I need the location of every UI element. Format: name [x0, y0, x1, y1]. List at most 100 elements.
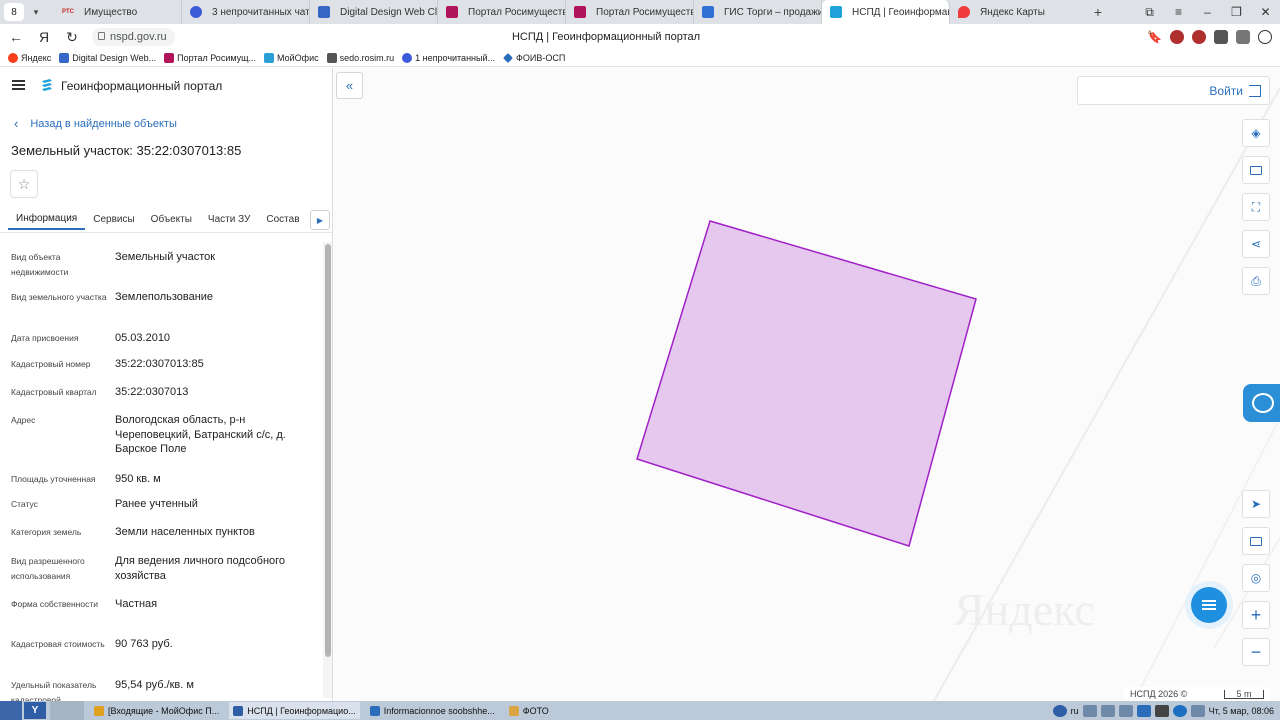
download-icon[interactable] — [1258, 30, 1272, 44]
volume-icon[interactable] — [1100, 704, 1115, 717]
zoom-in-button[interactable]: + — [1242, 601, 1270, 629]
map-scale: 5 m — [1224, 689, 1264, 699]
minimap-button[interactable] — [1242, 527, 1270, 555]
start-button[interactable] — [0, 701, 22, 720]
map-pin-icon — [958, 6, 970, 18]
yandex-tray-icon[interactable] — [1052, 704, 1067, 717]
share-icon: ⋖ — [1250, 237, 1262, 251]
browser-tab-label: ГИС Торги – продажи г — [724, 6, 822, 18]
chat-icon — [402, 53, 413, 63]
browser-tab-label: НСПД | Геоинформац — [852, 6, 950, 18]
locate-button[interactable]: ➤ — [1242, 490, 1270, 518]
login-button[interactable]: Войти — [1077, 76, 1270, 105]
taskbar-item[interactable]: [Входящие - МойОфис П... — [90, 702, 223, 719]
tray-icon[interactable] — [1082, 704, 1097, 717]
restore-icon[interactable]: ❐ — [1222, 5, 1251, 19]
network-icon[interactable] — [1118, 704, 1133, 717]
tab-composition[interactable]: Состав — [258, 208, 307, 230]
page-title: Земельный участок: 35:22:0307013:85 — [11, 143, 242, 158]
hp-icon[interactable] — [1172, 704, 1187, 717]
collapse-panel-button[interactable]: « — [336, 72, 363, 99]
bookmark-item[interactable]: sedo.rosim.ru — [326, 53, 394, 63]
bookmark-item[interactable]: МойОфис — [264, 53, 319, 63]
extension-icon[interactable] — [1236, 30, 1250, 44]
nspd-icon — [830, 6, 842, 18]
layers-icon: ◈ — [1251, 126, 1261, 140]
tab-list-chevron-icon[interactable]: ▾ — [28, 3, 44, 21]
taskbar-item[interactable]: НСПД | Геоинформацио... — [229, 702, 360, 719]
map-view[interactable]: Яндекс « Войти ◈ ⛶ ⋖ ⎙ ➤ ◎ + − НСПД 2026… — [334, 68, 1280, 701]
bookmark-icon[interactable]: 🔖 — [1147, 30, 1162, 44]
extension-icon[interactable] — [1214, 30, 1228, 44]
ruler-button[interactable] — [1242, 156, 1270, 184]
help-button[interactable] — [1243, 384, 1280, 422]
taskbar-item[interactable]: Informacionnoe soobshhe... — [366, 702, 499, 719]
minus-icon: − — [1250, 641, 1262, 662]
clock: Чт, 5 мар, 08:06 — [1208, 705, 1274, 716]
tabs-view-icon[interactable]: ⧉ — [1135, 5, 1164, 20]
panel-scrollbar-thumb[interactable] — [325, 244, 331, 657]
land-parcel-polygon[interactable] — [636, 220, 977, 547]
browser-tab[interactable]: Digital Design Web Clien — [310, 0, 438, 24]
print-button[interactable]: ⎙ — [1242, 267, 1270, 295]
bookmark-item[interactable]: Портал Росимущ... — [164, 53, 256, 63]
tab-counter[interactable]: 8 — [4, 3, 24, 21]
tab-services[interactable]: Сервисы — [85, 208, 142, 230]
chat-icon — [1202, 600, 1216, 610]
geolocation-button[interactable]: ◎ — [1242, 564, 1270, 592]
os-taskbar: Y [Входящие - МойОфис П... НСПД | Геоинф… — [0, 701, 1280, 720]
ruler-icon — [1250, 165, 1262, 175]
taskbar-item[interactable]: ФОТО — [505, 702, 553, 719]
select-area-icon: ⛶ — [1251, 199, 1261, 214]
browser-tab-label: Портал Росимущества — [468, 6, 566, 18]
back-to-results-link[interactable]: ‹ Назад в найденные объекты — [14, 116, 177, 131]
url-text: nspd.gov.ru — [110, 31, 167, 43]
tab-objects[interactable]: Объекты — [143, 208, 200, 230]
bookmark-item[interactable]: Яндекс — [8, 53, 51, 63]
menu-icon[interactable] — [12, 80, 25, 90]
login-icon — [1249, 84, 1261, 97]
tray-icon[interactable] — [1190, 704, 1205, 717]
minimize-icon[interactable]: – — [1193, 5, 1222, 19]
gis-icon — [702, 6, 714, 18]
zoom-out-button[interactable]: − — [1242, 638, 1270, 666]
yandex-home-icon[interactable]: Я — [30, 29, 58, 45]
tab-parts[interactable]: Части ЗУ — [200, 208, 258, 230]
browser-tab[interactable]: Портал Росимущества — [438, 0, 566, 24]
layers-button[interactable]: ◈ — [1242, 119, 1270, 147]
menu-icon[interactable]: ≡ — [1164, 5, 1193, 19]
browser-tab-active[interactable]: НСПД | Геоинформац ✕ — [822, 0, 950, 24]
bookmark-item[interactable]: Digital Design Web... — [59, 53, 156, 63]
select-area-button[interactable]: ⛶ — [1242, 193, 1270, 221]
navigation-arrow-icon: ➤ — [1250, 497, 1262, 511]
browser-tab[interactable]: Портал Росимущества — [566, 0, 694, 24]
mail-folder-icon — [94, 705, 104, 716]
back-arrow-icon[interactable]: ← — [2, 29, 30, 45]
browser-tab[interactable]: ГИС Торги – продажи г — [694, 0, 822, 24]
yandex-browser-icon[interactable]: Y — [24, 702, 46, 719]
share-button[interactable]: ⋖ — [1242, 230, 1270, 258]
url-field[interactable]: nspd.gov.ru — [92, 28, 175, 46]
portal-name: Геоинформационный портал — [61, 79, 223, 93]
browser-tab-label: 3 непрочитанных чата — [212, 6, 310, 18]
browser-tab[interactable]: РТС Имущество — [54, 0, 182, 24]
language-indicator[interactable]: ru — [1071, 706, 1079, 716]
close-window-icon[interactable]: ✕ — [1251, 5, 1280, 19]
reload-icon[interactable]: ↻ — [58, 29, 86, 46]
browser-tab[interactable]: 3 непрочитанных чата — [182, 0, 310, 24]
printer-icon[interactable] — [1154, 704, 1169, 717]
extension-icon[interactable] — [1192, 30, 1206, 44]
tray-icon[interactable] — [1136, 704, 1151, 717]
support-icon — [1252, 393, 1274, 413]
chat-icon — [190, 6, 202, 18]
new-tab-button[interactable]: + — [1086, 4, 1110, 20]
tab-information[interactable]: Информация — [8, 208, 86, 230]
chat-button[interactable] — [1185, 581, 1233, 629]
tabs-scroll-right-icon[interactable]: ▶ — [310, 210, 330, 230]
bookmark-item[interactable]: 1 непрочитанный... — [402, 53, 495, 63]
bookmark-item[interactable]: ФОИВ-ОСП — [503, 53, 565, 63]
favorite-button[interactable]: ☆ — [10, 170, 38, 198]
browser-tab[interactable]: Яндекс Карты — [950, 0, 1078, 24]
pin-icon: ◎ — [1250, 571, 1262, 585]
extension-icon[interactable] — [1170, 30, 1184, 44]
